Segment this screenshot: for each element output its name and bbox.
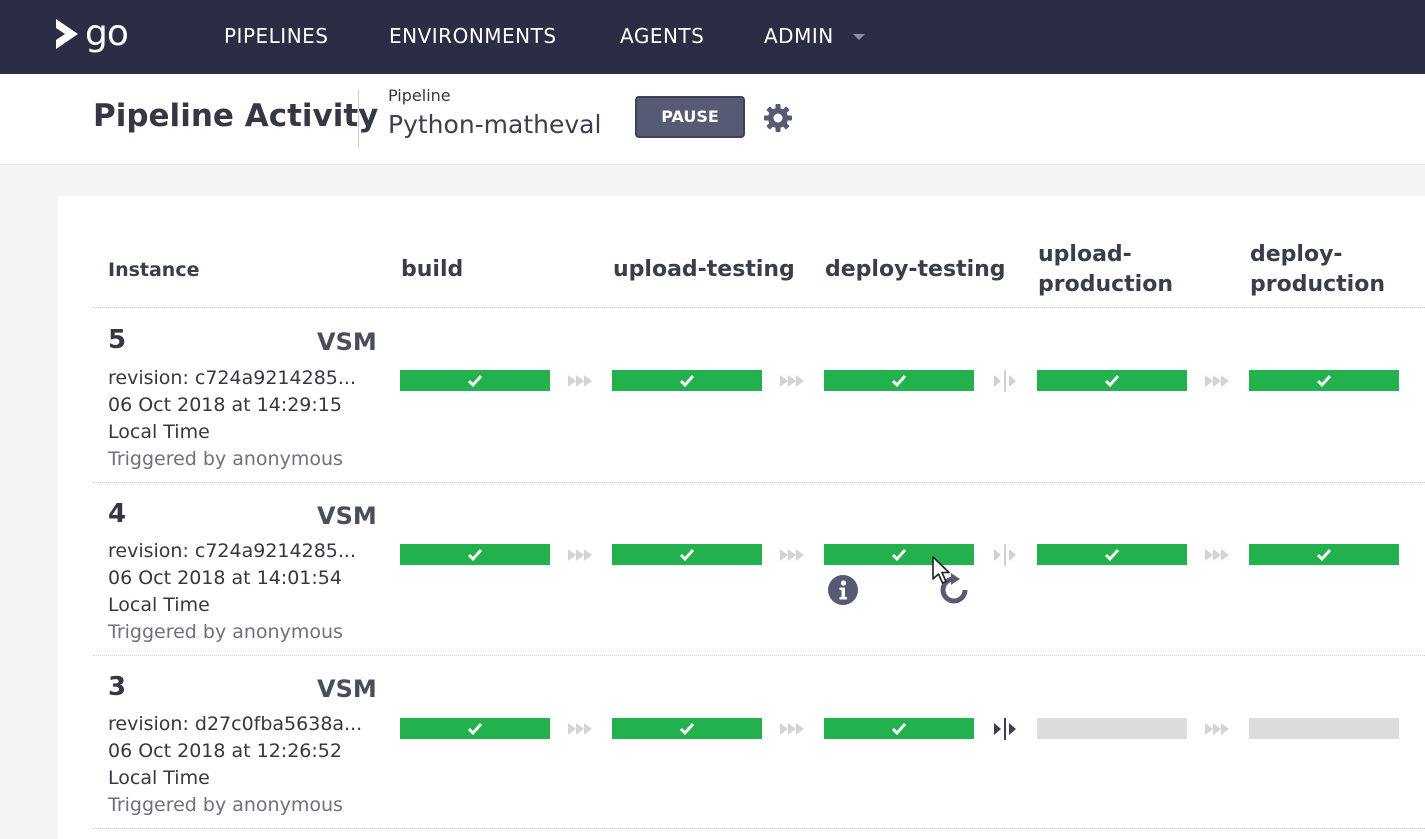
stage-bar-deploy-production[interactable]	[1249, 370, 1399, 391]
instance-timezone: Local Time	[108, 594, 210, 616]
stage-bar-upload-testing[interactable]	[612, 544, 762, 565]
row-divider	[93, 828, 1425, 829]
column-header-deploy-production: deploy- production	[1250, 242, 1385, 297]
stage-bar-build[interactable]	[400, 718, 550, 739]
triggered-by: Triggered by anonymous	[108, 448, 343, 470]
stage-bar-build[interactable]	[400, 544, 550, 565]
auto-arrow-icon	[1205, 723, 1229, 735]
check-icon	[467, 549, 483, 562]
auto-arrow-icon	[568, 723, 592, 735]
instance-date: 06 Oct 2018 at 12:26:52	[108, 740, 342, 762]
instance-timezone: Local Time	[108, 421, 210, 443]
check-icon	[679, 723, 695, 736]
stage-bar-deploy-testing[interactable]	[824, 718, 974, 739]
check-icon	[467, 375, 483, 388]
check-icon	[1316, 375, 1332, 388]
instance-date: 06 Oct 2018 at 14:29:15	[108, 394, 342, 416]
column-header-deploy-testing: deploy-testing	[825, 257, 1006, 282]
vsm-link[interactable]: VSM	[317, 328, 377, 356]
stage-bar-upload-production[interactable]	[1037, 718, 1187, 739]
stage-bar-upload-testing[interactable]	[612, 370, 762, 391]
revision-text: revision: c724a9214285...	[108, 540, 356, 562]
stage-bar-upload-production[interactable]	[1037, 544, 1187, 565]
column-header-build: build	[401, 257, 464, 282]
stage-bar-deploy-testing[interactable]	[824, 370, 974, 391]
check-icon	[891, 375, 907, 388]
check-icon	[679, 375, 695, 388]
column-header-upload-production: upload- production	[1038, 242, 1173, 297]
manual-gate-icon	[994, 370, 1016, 392]
nav-admin[interactable]: ADMIN	[764, 24, 834, 48]
top-nav: go PIPELINES ENVIRONMENTS AGENTS ADMIN	[0, 0, 1425, 74]
column-header-instance: Instance	[108, 259, 200, 281]
check-icon	[1104, 549, 1120, 562]
check-icon	[891, 723, 907, 736]
page-title: Pipeline Activity	[93, 98, 379, 134]
go-logo[interactable]: go	[52, 13, 142, 60]
pipeline-label: Pipeline	[388, 86, 451, 105]
page-header: Pipeline Activity Pipeline Python-mathev…	[0, 74, 1425, 165]
logo-text: go	[85, 13, 129, 54]
instance-number[interactable]: 4	[108, 499, 126, 529]
manual-gate-icon[interactable]	[990, 717, 1020, 741]
header-divider-line	[93, 307, 1425, 308]
vsm-link[interactable]: VSM	[317, 675, 377, 703]
auto-arrow-icon	[568, 549, 592, 561]
row-divider	[93, 482, 1425, 483]
auto-arrow-icon	[568, 375, 592, 387]
stage-bar-deploy-production[interactable]	[1249, 718, 1399, 739]
vsm-link[interactable]: VSM	[317, 502, 377, 530]
auto-arrow-icon	[1205, 375, 1229, 387]
instance-timezone: Local Time	[108, 767, 210, 789]
caret-down-icon[interactable]	[853, 34, 865, 40]
stage-bar-build[interactable]	[400, 370, 550, 391]
header-divider	[358, 90, 359, 148]
nav-environments[interactable]: ENVIRONMENTS	[389, 24, 557, 48]
pipeline-name[interactable]: Python-matheval	[388, 110, 601, 139]
instance-number[interactable]: 5	[108, 325, 126, 355]
auto-arrow-icon	[780, 549, 804, 561]
auto-arrow-icon	[1205, 549, 1229, 561]
nav-agents[interactable]: AGENTS	[620, 24, 704, 48]
info-icon[interactable]	[827, 574, 859, 606]
row-divider	[93, 655, 1425, 656]
check-icon	[1316, 549, 1332, 562]
check-icon	[679, 549, 695, 562]
check-icon	[467, 723, 483, 736]
gear-icon[interactable]	[763, 103, 793, 133]
triggered-by: Triggered by anonymous	[108, 794, 343, 816]
triggered-by: Triggered by anonymous	[108, 621, 343, 643]
auto-arrow-icon	[780, 375, 804, 387]
mouse-cursor-icon	[932, 556, 950, 584]
instance-number[interactable]: 3	[108, 672, 126, 702]
logo-icon	[56, 19, 78, 49]
nav-pipelines[interactable]: PIPELINES	[224, 24, 329, 48]
revision-text: revision: d27c0fba5638a...	[108, 713, 363, 735]
manual-gate-icon	[994, 544, 1016, 566]
column-header-upload-testing: upload-testing	[613, 257, 795, 282]
stage-bar-upload-production[interactable]	[1037, 370, 1187, 391]
check-icon	[1104, 375, 1120, 388]
stage-bar-deploy-production[interactable]	[1249, 544, 1399, 565]
auto-arrow-icon	[780, 723, 804, 735]
pause-button[interactable]: PAUSE	[635, 96, 745, 138]
stage-bar-upload-testing[interactable]	[612, 718, 762, 739]
revision-text: revision: c724a9214285...	[108, 367, 356, 389]
check-icon	[891, 549, 907, 562]
instance-date: 06 Oct 2018 at 14:01:54	[108, 567, 342, 589]
